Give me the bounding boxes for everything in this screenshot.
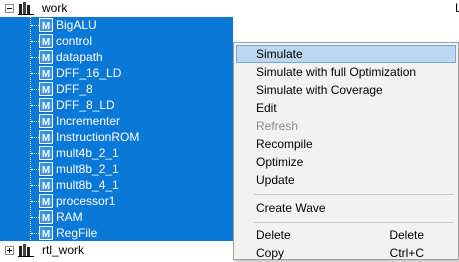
design-unit-icon: M (39, 114, 53, 128)
design-unit-icon: M (39, 194, 53, 208)
design-unit-icon: M (39, 226, 53, 240)
design-unit-icon-letter: M (42, 213, 50, 224)
design-unit-icon-letter: M (42, 101, 50, 112)
entity-label: BigALU (56, 18, 97, 32)
menu-separator (254, 222, 454, 223)
tree-connector-branch (31, 217, 39, 218)
design-unit-icon: M (39, 178, 53, 192)
design-unit-icon: M (39, 66, 53, 80)
design-unit-icon: M (39, 82, 53, 96)
tree-connector-branch (31, 137, 39, 138)
tree-connector-branch (31, 89, 39, 90)
tree-connector-branch (31, 185, 39, 186)
tree-connector-branch (31, 153, 39, 154)
menu-item-simulate-full-optimization[interactable]: Simulate with full Optimization (236, 63, 456, 81)
entity-label: control (56, 34, 93, 48)
menu-item-recompile[interactable]: Recompile (236, 135, 456, 153)
tree-connector-line (30, 15, 31, 240)
entity-label: mult4b_2_1 (56, 146, 119, 160)
menu-item-delete[interactable]: Delete Delete (236, 226, 456, 244)
menu-item-simulate[interactable]: Simulate (236, 45, 456, 63)
tree-connector-branch (31, 57, 39, 58)
design-unit-icon: M (39, 130, 53, 144)
library-label-rtl-work: rtl_work (42, 243, 85, 257)
menu-separator (254, 194, 454, 195)
tree-row-entity[interactable]: Mprocessor1 (0, 193, 233, 209)
tree-row-entity[interactable]: Mmult8b_2_1 (0, 161, 233, 177)
design-unit-icon: M (39, 146, 53, 160)
design-unit-icon: M (39, 50, 53, 64)
entity-label: Incrementer (56, 114, 121, 128)
design-unit-icon-letter: M (42, 117, 50, 128)
design-unit-icon-letter: M (42, 69, 50, 80)
entity-label: DFF_16_LD (56, 66, 122, 80)
design-unit-icon: M (39, 34, 53, 48)
tree-row-entity[interactable]: Mcontrol (0, 33, 233, 49)
entity-label: DFF_8 (56, 82, 93, 96)
entity-label: datapath (56, 50, 103, 64)
design-unit-icon-letter: M (42, 197, 50, 208)
menu-item-edit[interactable]: Edit (236, 99, 456, 117)
tree-row-entity[interactable]: M DFF_8 (0, 81, 233, 97)
entity-label: DFF_8_LD (56, 98, 115, 112)
tree-connector-branch (31, 105, 39, 106)
design-unit-icon-letter: M (42, 85, 50, 96)
column-edge-letter: L (455, 1, 459, 15)
collapse-toggle-icon[interactable] (5, 4, 14, 13)
tree-row-rtl-work[interactable]: rtl_work (0, 243, 233, 258)
menu-item-refresh: Refresh (256, 119, 299, 133)
expand-toggle-icon[interactable] (5, 246, 14, 255)
design-unit-icon-letter: M (42, 165, 50, 176)
tree-row-entity[interactable]: M BigALU (0, 17, 233, 33)
design-unit-icon-letter: M (42, 133, 50, 144)
library-books-icon (18, 2, 34, 15)
tree-row-work[interactable]: work (0, 1, 459, 16)
tree-connector-branch (31, 41, 39, 42)
entity-label: mult8b_4_1 (56, 178, 119, 192)
tree-row-entity[interactable]: Mmult8b_4_1 (0, 177, 233, 193)
library-label-work: work (42, 1, 68, 15)
design-unit-icon-letter: M (42, 21, 50, 32)
menu-item-simulate-coverage[interactable]: Simulate with Coverage (236, 81, 456, 99)
context-menu: Simulate Simulate with full Optimization… (233, 42, 459, 260)
tree-row-entity[interactable]: M InstructionROM (0, 129, 233, 145)
shortcut-copy: Ctrl+C (389, 246, 424, 260)
tree-row-entity[interactable]: M Incrementer (0, 113, 233, 129)
design-unit-icon: M (39, 210, 53, 224)
menu-item-update[interactable]: Update (236, 171, 456, 189)
menu-item-copy[interactable]: Copy Ctrl+C (236, 244, 456, 262)
tree-row-entity[interactable]: M DFF_8_LD (0, 97, 233, 113)
tree-connector-branch (31, 169, 39, 170)
tree-connector-branch (31, 121, 39, 122)
design-unit-icon: M (39, 162, 53, 176)
tree-connector-branch (31, 25, 39, 26)
shortcut-delete: Delete (389, 228, 424, 242)
tree-connector-branch (31, 201, 39, 202)
tree-row-entity[interactable]: Mmult4b_2_1 (0, 145, 233, 161)
design-unit-icon-letter: M (42, 53, 50, 64)
design-unit-icon-letter: M (42, 149, 50, 160)
tree-connector-branch (31, 73, 39, 74)
tree-row-entity[interactable]: Mdatapath (0, 49, 233, 65)
entity-label: RegFile (56, 226, 98, 240)
entity-label: processor1 (56, 194, 116, 208)
entity-label: mult8b_2_1 (56, 162, 119, 176)
library-books-icon (18, 244, 34, 257)
tree-row-entity[interactable]: M RegFile (0, 225, 233, 241)
entity-label: RAM (56, 210, 83, 224)
design-unit-icon: M (39, 98, 53, 112)
design-unit-icon-letter: M (42, 37, 50, 48)
tree-row-entity[interactable]: M DFF_16_LD (0, 65, 233, 81)
design-unit-icon: M (39, 18, 53, 32)
tree-row-entity[interactable]: M RAM (0, 209, 233, 225)
entity-label: InstructionROM (56, 130, 140, 144)
design-unit-icon-letter: M (42, 229, 50, 240)
design-unit-icon-letter: M (42, 181, 50, 192)
menu-item-create-wave[interactable]: Create Wave (236, 199, 456, 217)
menu-item-optimize[interactable]: Optimize (236, 153, 456, 171)
tree-connector-branch (31, 233, 39, 234)
